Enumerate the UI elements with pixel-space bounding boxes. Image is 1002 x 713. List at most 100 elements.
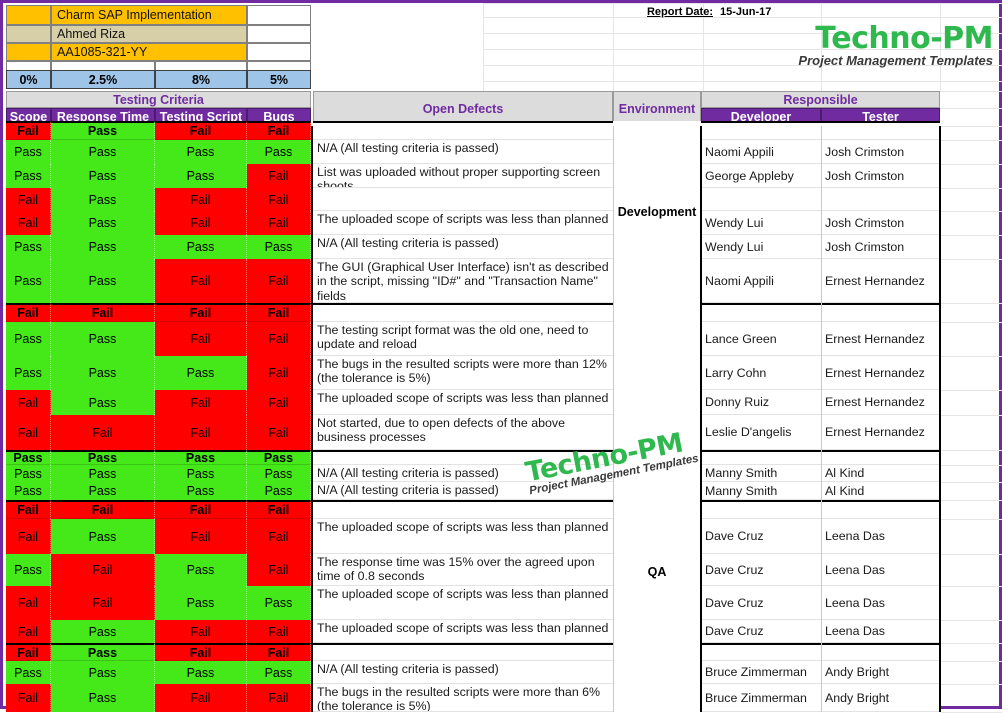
status-bugs-row-21: Pass bbox=[247, 661, 311, 684]
status-scope-row-1: Pass bbox=[6, 140, 51, 164]
developer-row-18: Dave Cruz bbox=[701, 586, 821, 620]
grid-line-h bbox=[941, 188, 1002, 189]
open-defect-row-7 bbox=[313, 303, 613, 322]
status-response-row-12: Pass bbox=[51, 450, 155, 465]
status-scope-row-2: Pass bbox=[6, 164, 51, 188]
status-script-row-9: Pass bbox=[155, 356, 247, 390]
meta-label-1 bbox=[6, 25, 51, 43]
tester-row-22: Andy Bright bbox=[821, 684, 940, 712]
status-scope-row-9: Pass bbox=[6, 356, 51, 390]
developer-row-8: Lance Green bbox=[701, 322, 821, 356]
status-bugs-row-17: Fail bbox=[247, 554, 311, 586]
status-scope-row-11: Fail bbox=[6, 415, 51, 450]
tester-row-0 bbox=[821, 121, 940, 140]
status-script-row-5: Pass bbox=[155, 235, 247, 259]
open-defect-row-13: N/A (All testing criteria is passed) bbox=[313, 465, 613, 482]
grid-line-h bbox=[941, 211, 1002, 212]
status-bugs-row-18: Pass bbox=[247, 586, 311, 620]
status-scope-row-6: Pass bbox=[6, 259, 51, 303]
meta-value-0: Charm SAP Implementation bbox=[51, 5, 247, 25]
grid-line-h bbox=[941, 322, 1002, 323]
status-script-row-7: Fail bbox=[155, 303, 247, 322]
status-bugs-row-12: Pass bbox=[247, 450, 311, 465]
status-response-row-8: Pass bbox=[51, 322, 155, 356]
status-response-row-2: Pass bbox=[51, 164, 155, 188]
tolerance-cell-2: 8% bbox=[155, 70, 247, 89]
developer-row-3 bbox=[701, 188, 821, 211]
open-defect-row-18: The uploaded scope of scripts was less t… bbox=[313, 586, 613, 620]
status-bugs-row-3: Fail bbox=[247, 188, 311, 211]
tester-row-21: Andy Bright bbox=[821, 661, 940, 684]
status-response-row-20: Pass bbox=[51, 643, 155, 661]
tester-row-4: Josh Crimston bbox=[821, 211, 940, 235]
status-response-row-16: Pass bbox=[51, 519, 155, 554]
grid-line-h bbox=[941, 259, 1002, 260]
grid-line-v bbox=[613, 3, 614, 91]
grid-line-h bbox=[483, 3, 1002, 4]
divider-developer-tester bbox=[821, 126, 822, 712]
environment-blank-3 bbox=[613, 643, 701, 712]
status-response-row-4: Pass bbox=[51, 211, 155, 235]
environment-blank-1 bbox=[613, 303, 701, 450]
open-defect-row-12 bbox=[313, 450, 613, 465]
divider-criteria-defects bbox=[311, 126, 313, 712]
tester-row-20 bbox=[821, 643, 940, 661]
status-bugs-row-0: Fail bbox=[247, 121, 311, 140]
grid-line-h bbox=[941, 554, 1002, 555]
open-defect-row-16: The uploaded scope of scripts was less t… bbox=[313, 519, 613, 554]
report-sheet: Charm SAP Implementation Ahmed Riza AA1085… bbox=[0, 0, 1002, 713]
status-bugs-row-5: Pass bbox=[247, 235, 311, 259]
status-script-row-19: Fail bbox=[155, 620, 247, 643]
developer-row-19: Dave Cruz bbox=[701, 620, 821, 643]
grid-line-h bbox=[941, 450, 1002, 451]
status-bugs-row-16: Fail bbox=[247, 519, 311, 554]
developer-row-1: Naomi Appili bbox=[701, 140, 821, 164]
open-defect-row-2: List was uploaded without proper support… bbox=[313, 164, 613, 188]
status-script-row-10: Fail bbox=[155, 390, 247, 415]
developer-row-17: Dave Cruz bbox=[701, 554, 821, 586]
status-scope-row-12: Pass bbox=[6, 450, 51, 465]
tester-row-6: Ernest Hernandez bbox=[821, 259, 940, 303]
status-script-row-20: Fail bbox=[155, 643, 247, 661]
status-bugs-row-7: Fail bbox=[247, 303, 311, 322]
tolerance-cell-0: 0% bbox=[6, 70, 51, 89]
status-bugs-row-1: Pass bbox=[247, 140, 311, 164]
status-scope-row-8: Pass bbox=[6, 322, 51, 356]
status-scope-row-18: Fail bbox=[6, 586, 51, 620]
status-script-row-17: Pass bbox=[155, 554, 247, 586]
tester-row-11: Ernest Hernandez bbox=[821, 415, 940, 450]
grid-line-h bbox=[941, 661, 1002, 662]
tester-row-14: Al Kind bbox=[821, 482, 940, 500]
grid-line-h bbox=[941, 303, 1002, 304]
grid-line-h bbox=[941, 500, 1002, 501]
status-script-row-11: Fail bbox=[155, 415, 247, 450]
tester-row-9: Ernest Hernandez bbox=[821, 356, 940, 390]
developer-row-21: Bruce Zimmerman bbox=[701, 661, 821, 684]
tester-row-18: Leena Das bbox=[821, 586, 940, 620]
grid-line-h bbox=[941, 164, 1002, 165]
developer-row-2: George Appleby bbox=[701, 164, 821, 188]
environment-development: Development bbox=[613, 121, 701, 303]
grid-line-h bbox=[941, 684, 1002, 685]
grid-line-h bbox=[941, 140, 1002, 141]
status-scope-row-0: Fail bbox=[6, 121, 51, 140]
developer-row-7 bbox=[701, 303, 821, 322]
developer-row-5: Wendy Lui bbox=[701, 235, 821, 259]
environment-qa: QA bbox=[613, 500, 701, 643]
status-script-row-14: Pass bbox=[155, 482, 247, 500]
status-response-row-21: Pass bbox=[51, 661, 155, 684]
status-response-row-17: Fail bbox=[51, 554, 155, 586]
grid-line-h bbox=[941, 620, 1002, 621]
grid-line-h bbox=[941, 415, 1002, 416]
status-response-row-7: Fail bbox=[51, 303, 155, 322]
status-bugs-row-14: Pass bbox=[247, 482, 311, 500]
status-script-row-21: Pass bbox=[155, 661, 247, 684]
status-scope-row-14: Pass bbox=[6, 482, 51, 500]
status-script-row-22: Fail bbox=[155, 684, 247, 712]
developer-row-13: Manny Smith bbox=[701, 465, 821, 482]
report-date-value: 15-Jun-17 bbox=[720, 6, 772, 18]
open-defect-row-19: The uploaded scope of scripts was less t… bbox=[313, 620, 613, 643]
status-bugs-row-10: Fail bbox=[247, 390, 311, 415]
grid-line-h bbox=[941, 519, 1002, 520]
tester-row-15 bbox=[821, 500, 940, 519]
